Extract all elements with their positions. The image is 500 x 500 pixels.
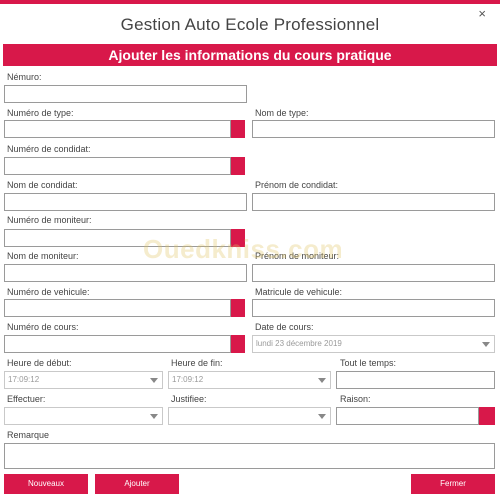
numero-type-field[interactable] [4,120,231,138]
date-cours-value: lundi 23 décembre 2019 [256,339,342,348]
heure-debut-dropdown[interactable]: 17:09:12 [4,371,163,389]
numero-moniteur-label: Numéro de moniteur: [7,215,92,225]
watermark: Ouedkniss.com [143,234,344,264]
matricule-vehicule-field[interactable] [252,299,495,317]
nom-type-label: Nom de type: [255,108,309,118]
nom-condidat-label: Nom de condidat: [7,180,78,190]
nom-condidat-field[interactable] [4,193,247,211]
nom-moniteur-label: Nom de moniteur: [7,251,79,261]
remarque-textarea[interactable] [4,443,495,469]
window-title: Gestion Auto Ecole Professionnel [120,15,380,34]
raison-label: Raison: [340,394,371,404]
numero-vehicule-label: Numéro de vehicule: [7,287,90,297]
chevron-down-icon [150,378,158,383]
numero-condidat-label: Numéro de condidat: [7,144,91,154]
numero-cours-picker-button[interactable] [231,335,245,353]
prenom-condidat-field[interactable] [252,193,495,211]
heure-fin-dropdown[interactable]: 17:09:12 [168,371,331,389]
tout-temps-label: Tout le temps: [340,358,397,368]
effectuer-dropdown[interactable] [4,407,163,425]
raison-picker-button[interactable] [479,407,495,425]
justifiee-dropdown[interactable] [168,407,331,425]
nom-type-field[interactable] [252,120,495,138]
numero-field[interactable] [4,85,247,103]
raison-field[interactable] [336,407,479,425]
nouveaux-button[interactable]: Nouveaux [4,474,88,494]
numero-type-picker-button[interactable] [231,120,245,138]
fermer-button[interactable]: Fermer [411,474,495,494]
form-header: Ajouter les informations du cours pratiq… [3,44,497,66]
heure-fin-label: Heure de fin: [171,358,223,368]
prenom-moniteur-field[interactable] [252,264,495,282]
chevron-down-icon [482,342,490,347]
window-top-accent-bar [0,0,500,4]
nom-moniteur-field[interactable] [4,264,247,282]
justifiee-label: Justifiee: [171,394,207,404]
prenom-condidat-label: Prénom de condidat: [255,180,339,190]
date-cours-label: Date de cours: [255,322,314,332]
remarque-label: Remarque [7,430,50,440]
numero-cours-field[interactable] [4,335,231,353]
heure-debut-label: Heure de début: [7,358,72,368]
heure-debut-value: 17:09:12 [8,375,40,384]
numero-cours-label: Numéro de cours: [7,322,79,332]
ajouter-button[interactable]: Ajouter [95,474,179,494]
tout-temps-field[interactable] [336,371,495,389]
numero-label: Némuro: [7,72,42,82]
chevron-down-icon [318,414,326,419]
numero-condidat-picker-button[interactable] [231,157,245,175]
chevron-down-icon [150,414,158,419]
date-cours-dropdown[interactable]: lundi 23 décembre 2019 [252,335,495,353]
numero-type-label: Numéro de type: [7,108,74,118]
close-icon[interactable]: × [478,6,486,21]
chevron-down-icon [318,378,326,383]
numero-vehicule-picker-button[interactable] [231,299,245,317]
effectuer-label: Effectuer: [7,394,46,404]
numero-vehicule-field[interactable] [4,299,231,317]
heure-fin-value: 17:09:12 [172,375,204,384]
matricule-vehicule-label: Matricule de vehicule: [255,287,343,297]
numero-condidat-field[interactable] [4,157,231,175]
